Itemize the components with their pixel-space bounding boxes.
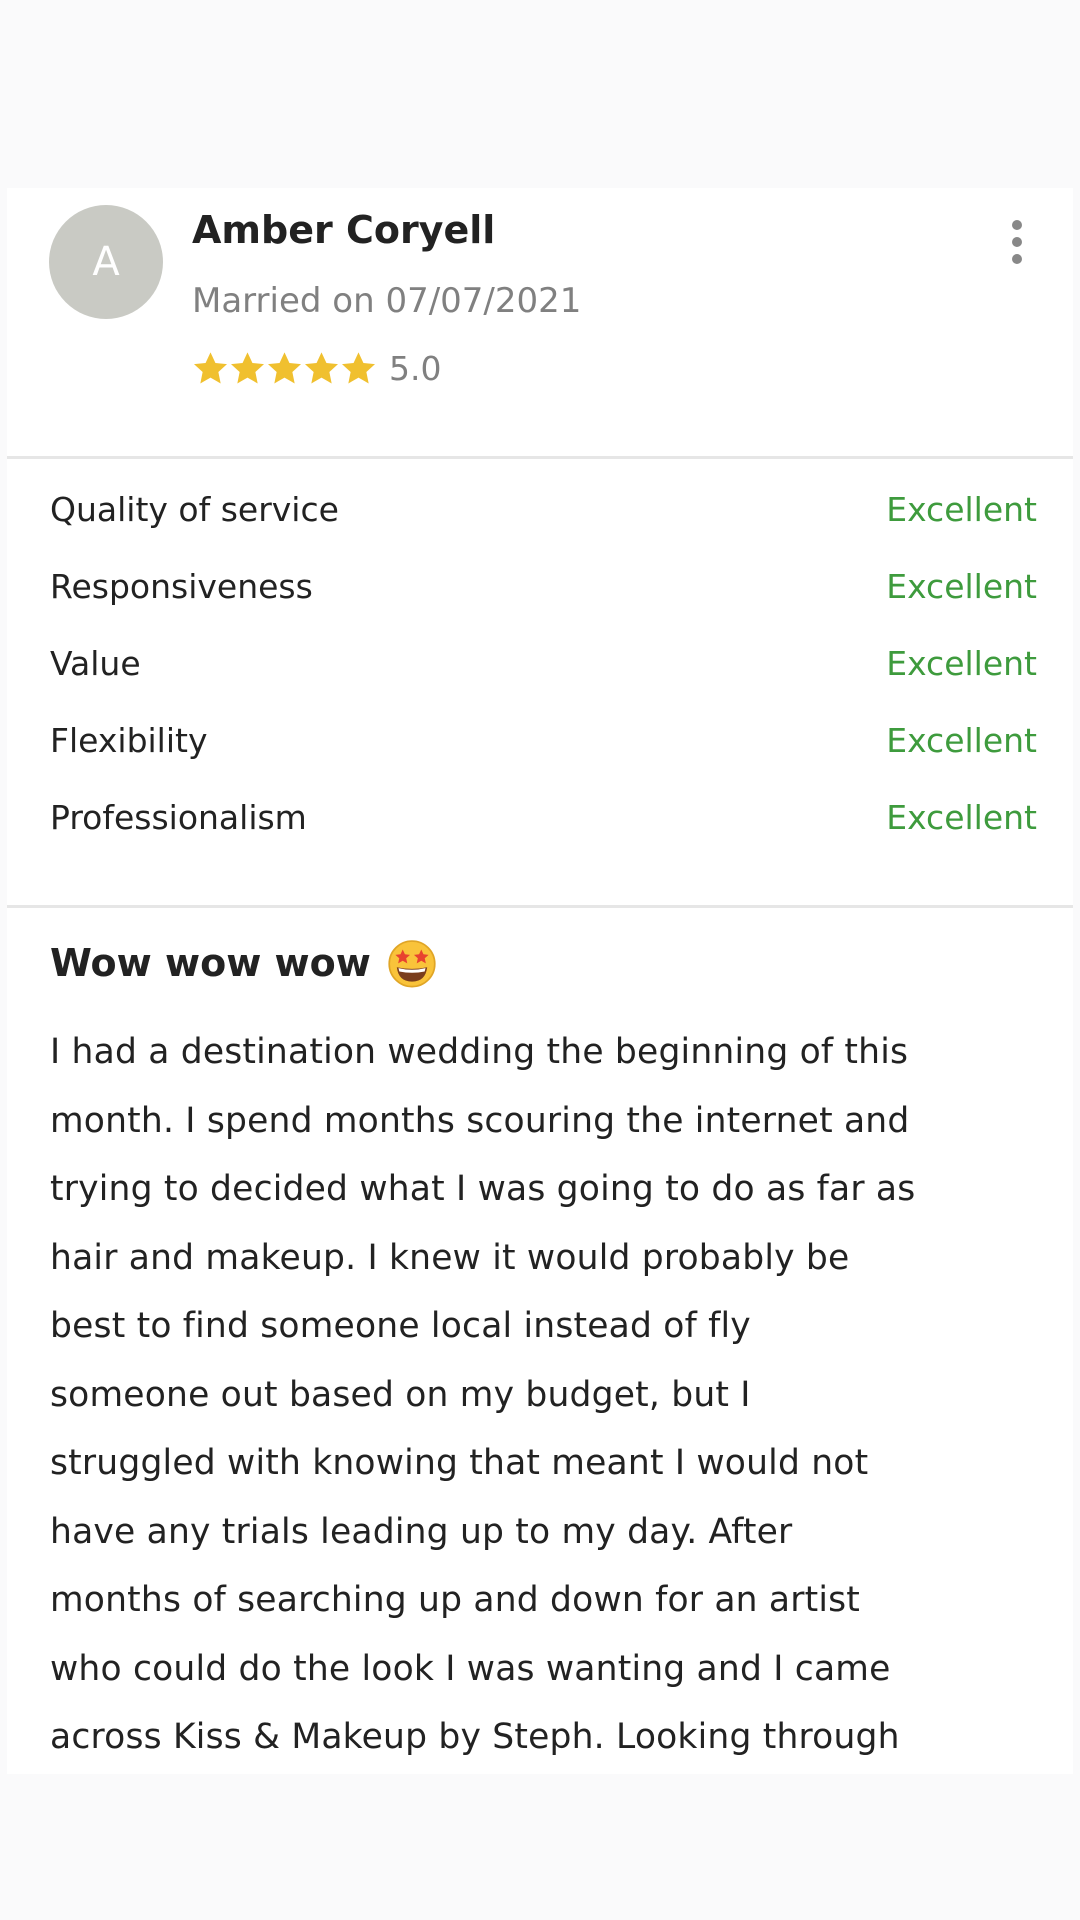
score-row-flexibility: Flexibility Excellent <box>50 719 1037 796</box>
divider <box>7 456 1073 459</box>
reviewer-name[interactable]: Amber Coryell <box>192 208 495 252</box>
review-title-text: Wow wow wow <box>50 941 371 985</box>
score-row-professionalism: Professionalism Excellent <box>50 796 1037 873</box>
score-value: Excellent <box>886 798 1037 837</box>
rating-value: 5.0 <box>389 348 442 388</box>
avatar[interactable]: A <box>49 205 163 319</box>
review-line: I had a destination wedding the beginnin… <box>50 1032 909 1072</box>
score-label: Flexibility <box>50 721 208 760</box>
score-row-value: Value Excellent <box>50 642 1037 719</box>
review-line: across Kiss & Makeup by Steph. Looking t… <box>50 1717 900 1757</box>
review-line: who could do the look I was wanting and … <box>50 1648 891 1689</box>
score-label: Value <box>50 644 141 683</box>
review-line: best to find someone local instead of fl… <box>50 1306 751 1346</box>
review-line: month. I spend months scouring the inter… <box>50 1100 910 1141</box>
star-icon <box>342 351 375 383</box>
star-struck-emoji <box>388 940 436 988</box>
score-value: Excellent <box>886 644 1037 683</box>
review-body: I had a destination wedding the beginnin… <box>50 1018 1050 1772</box>
review-line: someone out based on my budget, but I <box>50 1374 751 1415</box>
married-date: Married on 07/07/2021 <box>192 281 582 321</box>
star-icon <box>194 351 227 383</box>
more-options-icon[interactable] <box>1007 220 1027 264</box>
score-row-quality: Quality of service Excellent <box>50 488 1037 565</box>
star-rating <box>192 350 377 387</box>
review-line: hair and makeup. I knew it would probabl… <box>50 1237 850 1278</box>
score-label: Quality of service <box>50 490 339 529</box>
star-icon <box>231 351 264 383</box>
review-line: struggled with knowing that meant I woul… <box>50 1443 869 1483</box>
star-icon <box>268 351 301 383</box>
divider <box>7 905 1073 908</box>
review-line: trying to decided what I was going to do… <box>50 1169 916 1209</box>
score-value: Excellent <box>886 567 1037 606</box>
review-title: Wow wow wow <box>50 936 439 990</box>
score-value: Excellent <box>886 721 1037 760</box>
review-line: months of searching up and down for an a… <box>50 1580 861 1620</box>
rating: 5.0 <box>192 348 441 388</box>
score-label: Responsiveness <box>50 567 313 606</box>
score-list: Quality of service Excellent Responsiven… <box>50 488 1037 873</box>
score-row-responsiveness: Responsiveness Excellent <box>50 565 1037 642</box>
review-line: have any trials leading up to my day. Af… <box>50 1511 793 1552</box>
star-icon <box>305 351 338 383</box>
score-value: Excellent <box>886 490 1037 529</box>
review-card: A Amber Coryell Married on 07/07/2021 5.… <box>7 188 1073 1774</box>
score-label: Professionalism <box>50 798 307 837</box>
